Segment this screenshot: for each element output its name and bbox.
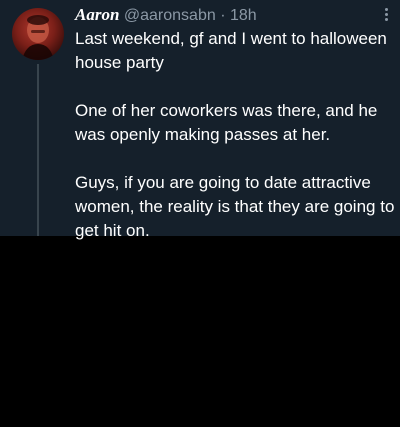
tweet-paragraph: Last weekend, gf and I went to halloween… — [75, 29, 387, 72]
page: Aaron @aaronsabn · 18h Last weekend, gf … — [0, 0, 400, 427]
timestamp[interactable]: 18h — [230, 7, 257, 24]
avatar[interactable] — [12, 8, 64, 60]
tweet-header: Aaron @aaronsabn · 18h — [75, 5, 257, 25]
user-handle[interactable]: @aaronsabn — [124, 7, 216, 24]
more-dot — [385, 8, 388, 11]
display-name[interactable]: Aaron — [75, 5, 119, 24]
thread-line — [37, 64, 39, 236]
avatar-photo — [22, 15, 54, 60]
tweet-paragraph: One of her coworkers was there, and he w… — [75, 101, 378, 144]
tweet-paragraph: Guys, if you are going to date attractiv… — [75, 173, 395, 240]
separator-dot: · — [220, 7, 226, 24]
more-dot — [385, 13, 388, 16]
more-dot — [385, 18, 388, 21]
tweet-card[interactable]: Aaron @aaronsabn · 18h Last weekend, gf … — [0, 0, 400, 240]
more-vertical-icon[interactable] — [381, 8, 393, 22]
tweet-text: Last weekend, gf and I went to halloween… — [75, 27, 395, 267]
